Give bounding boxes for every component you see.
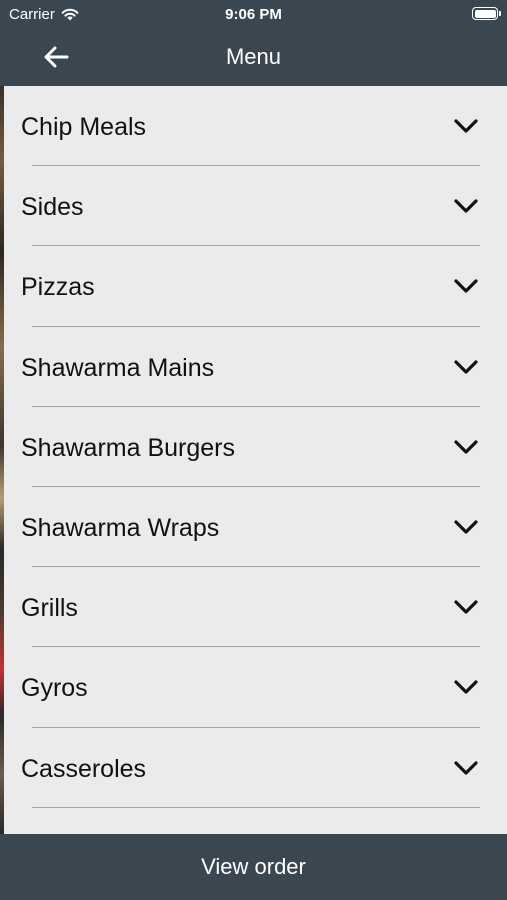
menu-category-label: Casseroles xyxy=(21,754,147,783)
chevron-down-icon xyxy=(454,199,478,213)
chevron-down-icon xyxy=(454,760,478,775)
view-order-label: View order xyxy=(201,854,306,879)
menu-category-chip-meals[interactable]: Chip Meals xyxy=(4,86,507,167)
status-bar: Carrier 9:06 PM xyxy=(0,0,507,28)
menu-category-casseroles[interactable]: Casseroles xyxy=(4,728,507,808)
menu-category-label: Shawarma Mains xyxy=(21,353,215,382)
menu-category-label: Gyros xyxy=(21,674,88,703)
menu-category-label: Chip Meals xyxy=(21,113,147,141)
divider xyxy=(32,806,480,808)
menu-category-shawarma-burgers[interactable]: Shawarma Burgers xyxy=(4,407,507,487)
menu-category-label: Shawarma Burgers xyxy=(21,433,235,462)
menu-category-shawarma-mains[interactable]: Shawarma Mains xyxy=(4,327,507,407)
menu-category-grills[interactable]: Grills xyxy=(4,567,507,648)
view-order-button[interactable]: View order xyxy=(0,834,507,900)
chevron-down-icon xyxy=(454,279,478,293)
menu-category-label: Sides xyxy=(21,193,84,222)
battery-fill xyxy=(474,9,496,18)
menu-list: Chip Meals Sides Pizzas Shawarma Mains S… xyxy=(4,86,507,834)
chevron-down-icon xyxy=(454,520,478,534)
navigation-bar: Menu xyxy=(0,28,507,86)
chevron-down-icon xyxy=(454,680,478,694)
chevron-down-icon xyxy=(454,359,478,374)
menu-category-sides[interactable]: Sides xyxy=(4,166,507,247)
chevron-down-icon xyxy=(454,119,478,133)
chevron-down-icon xyxy=(454,440,478,454)
menu-category-gyros[interactable]: Gyros xyxy=(4,647,507,728)
menu-category-label: Grills xyxy=(21,594,78,623)
page-title: Menu xyxy=(225,44,282,69)
menu-category-pizzas[interactable]: Pizzas xyxy=(4,246,507,327)
menu-category-label: Pizzas xyxy=(21,273,95,302)
menu-category-shawarma-wraps[interactable]: Shawarma Wraps xyxy=(4,487,507,568)
battery-icon xyxy=(472,7,501,20)
chevron-down-icon xyxy=(454,600,478,614)
status-time: 9:06 PM xyxy=(225,6,282,23)
menu-category-label: Shawarma Wraps xyxy=(21,513,220,542)
